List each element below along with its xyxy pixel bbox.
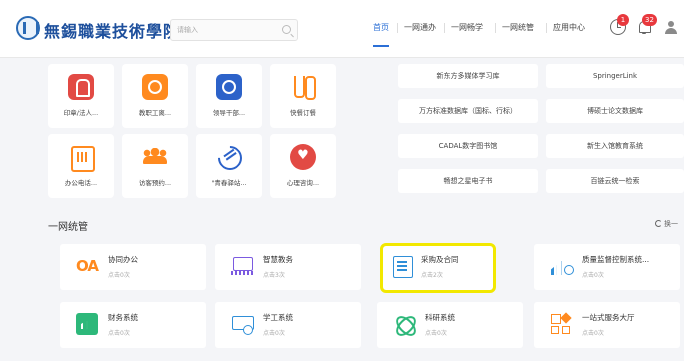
app-label: 办公电话... xyxy=(64,179,98,187)
system-name: 采购及合同 xyxy=(421,255,459,264)
atom-icon xyxy=(393,313,415,335)
heart-icon xyxy=(290,144,316,170)
search-icon[interactable] xyxy=(282,25,291,34)
system-click-count: 点击0次 xyxy=(108,272,130,279)
nav-divider xyxy=(495,23,496,33)
nav-app-center[interactable]: 应用中心 xyxy=(553,22,585,33)
finance-chart-icon xyxy=(76,313,98,335)
nav-management[interactable]: 一网统管 xyxy=(502,22,534,33)
app-tile-youth-station[interactable]: "青春驿站... xyxy=(196,134,262,198)
oa-icon: OA xyxy=(76,257,99,275)
system-click-count: 点击2次 xyxy=(421,272,443,279)
system-name: 一站式服务大厅 xyxy=(582,313,635,322)
app-label: 访客预约... xyxy=(138,179,172,187)
school-name[interactable]: 無錫職業技術學院 xyxy=(44,18,180,42)
nav-one-stop-service[interactable]: 一网通办 xyxy=(404,22,436,33)
stamp-icon xyxy=(68,74,94,100)
user-avatar-icon[interactable] xyxy=(663,19,679,35)
system-card-service-hall[interactable]: 一站式服务大厅 点击0次 xyxy=(534,302,680,348)
laptop-icon xyxy=(231,255,253,277)
system-click-count: 点击3次 xyxy=(263,272,285,279)
section-title: 一网统管 xyxy=(48,222,88,233)
system-card-finance[interactable]: 财务系统 点击0次 xyxy=(60,302,206,348)
search-input[interactable] xyxy=(177,23,277,37)
system-card-quality[interactable]: 质量监督控制系统... 点击0次 xyxy=(534,244,680,290)
switch-batch-button[interactable]: 换一 xyxy=(655,219,678,229)
app-tile-teacher-leave[interactable]: 教职工离... xyxy=(122,64,188,128)
system-click-count: 点击0次 xyxy=(263,330,285,337)
nav-divider xyxy=(397,23,398,33)
system-name: 智慧教务 xyxy=(263,255,293,264)
search-box[interactable] xyxy=(170,19,298,41)
system-card-oa[interactable]: OA 协同办公 点击0次 xyxy=(60,244,206,290)
system-card-student[interactable]: 学工系统 点击0次 xyxy=(215,302,361,348)
app-tile-office-phone[interactable]: 办公电话... xyxy=(48,134,114,198)
app-label: 快餐订餐 xyxy=(290,109,316,117)
nav-home[interactable]: 首页 xyxy=(373,22,389,47)
system-click-count: 点击0次 xyxy=(582,272,604,279)
app-label: 心理咨询... xyxy=(286,179,320,187)
app-label: 领导干部... xyxy=(212,109,246,117)
system-name: 学工系统 xyxy=(263,313,293,322)
clock-badge-icon xyxy=(142,74,168,100)
system-card-procurement[interactable]: 采购及合同 点击2次 xyxy=(380,243,496,293)
switch-label: 换一 xyxy=(664,220,678,228)
certificate-icon xyxy=(231,313,254,335)
app-tile-leader[interactable]: 领导干部... xyxy=(196,64,262,128)
database-link[interactable]: 畅想之星电子书 xyxy=(398,169,538,193)
app-tile-counseling[interactable]: 心理咨询... xyxy=(270,134,336,198)
system-card-research[interactable]: 科研系统 点击0次 xyxy=(377,302,523,348)
database-link[interactable]: 百链云统一检索 xyxy=(546,169,684,193)
grid-service-icon xyxy=(550,313,572,335)
school-logo-icon[interactable] xyxy=(16,16,40,40)
phone-icon xyxy=(68,144,95,172)
database-link[interactable]: 新东方多媒体学习库 xyxy=(398,64,538,88)
database-link[interactable]: 新生入馆教育系统 xyxy=(546,134,684,158)
top-header: 無錫職業技術學院 首页 一网通办 一网畅学 一网统管 应用中心 1 32 xyxy=(0,0,684,58)
nav-learning[interactable]: 一网畅学 xyxy=(451,22,483,33)
system-name: 协同办公 xyxy=(108,255,138,264)
system-name: 科研系统 xyxy=(425,313,455,322)
document-icon xyxy=(391,255,413,278)
app-label: 印章/法人... xyxy=(63,109,99,117)
app-tile-meal-order[interactable]: 快餐订餐 xyxy=(270,64,336,128)
fork-knife-icon xyxy=(290,74,316,100)
system-name: 质量监督控制系统... xyxy=(582,255,650,264)
system-click-count: 点击0次 xyxy=(582,330,604,337)
app-label: 教职工离... xyxy=(138,109,172,117)
system-click-count: 点击0次 xyxy=(108,330,130,337)
clock-badge-icon xyxy=(216,74,242,100)
system-card-academic[interactable]: 智慧教务 点击3次 xyxy=(215,244,361,290)
system-name: 财务系统 xyxy=(108,313,138,322)
app-tile-visitor[interactable]: 访客预约... xyxy=(122,134,188,198)
bar-chart-icon xyxy=(550,255,574,277)
refresh-icon xyxy=(655,220,662,227)
clock-notification-badge: 1 xyxy=(617,14,629,26)
database-link[interactable]: 万方标准数据库（国标、行标） xyxy=(398,99,538,123)
database-link[interactable]: CADAL数字图书馆 xyxy=(398,134,538,158)
handshake-icon xyxy=(216,144,242,170)
bell-notification-badge: 32 xyxy=(642,14,657,26)
people-icon xyxy=(142,144,168,170)
system-click-count: 点击0次 xyxy=(425,330,447,337)
nav-divider xyxy=(444,23,445,33)
app-tile-stamp[interactable]: 印章/法人... xyxy=(48,64,114,128)
database-link[interactable]: 博硕士论文数据库 xyxy=(546,99,684,123)
nav-divider xyxy=(546,23,547,33)
database-link[interactable]: SpringerLink xyxy=(546,64,684,88)
app-label: "青春驿站... xyxy=(211,179,247,187)
